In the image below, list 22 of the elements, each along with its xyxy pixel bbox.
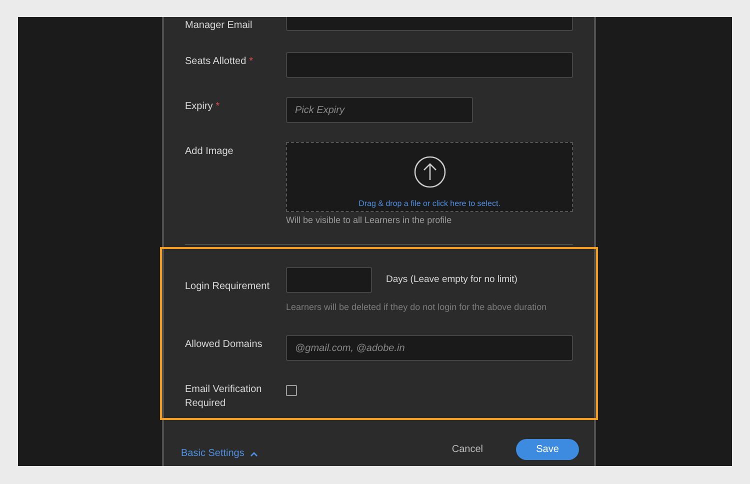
field-label: Seats Allotted bbox=[185, 55, 246, 69]
text-input[interactable]: Pick Expiry bbox=[286, 97, 473, 123]
helper-text: Will be visible to all Learners in the profile bbox=[286, 214, 453, 226]
required-asterisk: * bbox=[216, 100, 220, 114]
drop-prompt: Drag & drop a file or click here to select. bbox=[358, 199, 500, 209]
field-label: Login Requirement bbox=[185, 281, 270, 292]
field-label: Manager Email bbox=[185, 19, 252, 33]
days-suffix: Days (Leave empty for no limit) bbox=[386, 272, 518, 287]
checkbox[interactable] bbox=[286, 385, 297, 396]
cancel-button[interactable]: Cancel bbox=[452, 442, 483, 457]
save-button[interactable]: Save bbox=[516, 439, 579, 460]
days-input[interactable] bbox=[286, 267, 372, 293]
field-label: Add Image bbox=[185, 145, 234, 159]
helper-text: Learners will be deleted if they do not login for the above duration bbox=[286, 301, 548, 313]
field-label: Allowed Domains bbox=[185, 338, 262, 352]
field-label: Expiry bbox=[185, 100, 213, 114]
required-asterisk: * bbox=[249, 55, 254, 69]
text-input[interactable] bbox=[286, 52, 573, 78]
basic-settings-toggle[interactable]: Basic Settings bbox=[181, 446, 258, 461]
drop-zone[interactable]: Drag & drop a file or click here to select. bbox=[286, 142, 573, 212]
text-input[interactable]: @gmail.com, @adobe.in bbox=[286, 335, 573, 361]
field-label: Email Verification Required bbox=[185, 383, 263, 411]
